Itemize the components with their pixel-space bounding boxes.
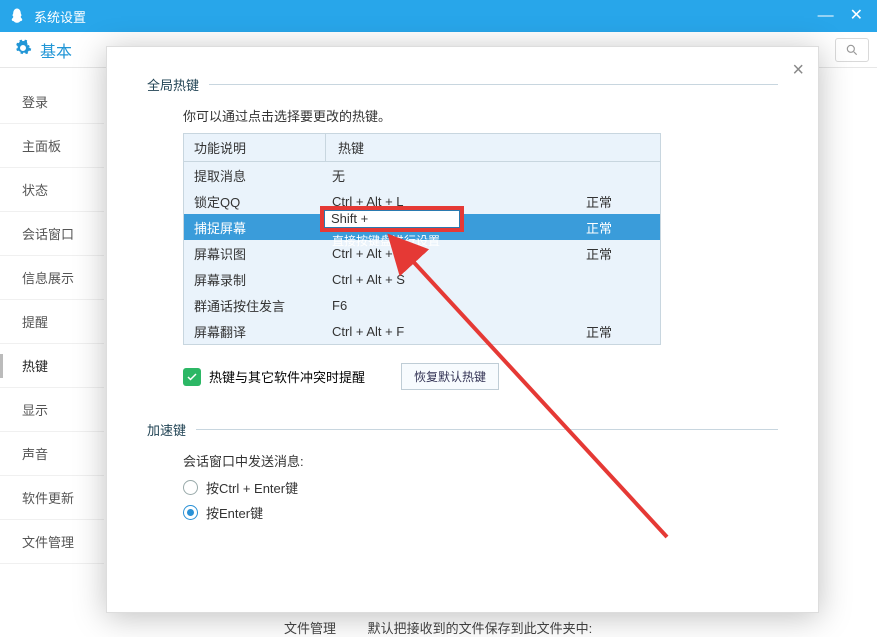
minimize-button[interactable]: ―: [818, 8, 834, 24]
sidebar-item[interactable]: 提醒: [0, 300, 104, 344]
hotkey-value[interactable]: 无: [326, 166, 586, 185]
radio-label: 按Ctrl + Enter键: [206, 478, 298, 497]
hotkey-row[interactable]: 捕捉屏幕直接按键盘进行设置正常: [184, 214, 660, 240]
sidebar-item[interactable]: 软件更新: [0, 476, 104, 520]
app-logo-icon: [8, 7, 26, 25]
hotkey-row[interactable]: 屏幕录制Ctrl + Alt + S: [184, 266, 660, 292]
hotkey-func: 提取消息: [184, 166, 326, 185]
hotkey-func: 捕捉屏幕: [184, 218, 326, 237]
sidebar-item[interactable]: 文件管理: [0, 520, 104, 564]
hotkey-func: 屏幕翻译: [184, 322, 326, 341]
sidebar-item[interactable]: 热键: [0, 344, 104, 388]
radio-button[interactable]: [183, 505, 198, 520]
hotkey-value[interactable]: Ctrl + Alt + S: [326, 272, 586, 287]
close-icon[interactable]: ×: [792, 59, 804, 82]
sidebar-item[interactable]: 声音: [0, 432, 104, 476]
accelerator-prompt: 会话窗口中发送消息:: [183, 451, 778, 470]
radio-label: 按Enter键: [206, 503, 263, 522]
global-hotkeys-hint: 你可以通过点击选择要更改的热键。: [183, 106, 778, 125]
search-box[interactable]: [835, 38, 869, 62]
hotkey-table: 功能说明 热键 提取消息无锁定QQCtrl + Alt + L正常捕捉屏幕直接按…: [183, 133, 661, 345]
hotkey-value[interactable]: Ctrl + Alt + F: [326, 324, 586, 339]
hotkey-input-highlight: [320, 206, 464, 232]
file-management-section: 文件管理 默认把接收到的文件保存到此文件夹中:: [284, 618, 857, 637]
hotkey-func: 锁定QQ: [184, 192, 326, 211]
hotkey-status: 正常: [586, 218, 646, 237]
global-hotkeys-heading: 全局热键: [147, 75, 778, 94]
hotkey-status: 正常: [586, 322, 646, 341]
close-button[interactable]: ✕: [850, 8, 863, 24]
accelerator-heading-text: 加速键: [147, 420, 186, 439]
hotkey-value[interactable]: 直接按键盘进行设置: [326, 206, 586, 249]
conflict-label: 热键与其它软件冲突时提醒: [209, 367, 365, 386]
sidebar-item[interactable]: 登录: [0, 80, 104, 124]
hotkey-status: 正常: [586, 244, 646, 263]
hotkey-func: 群通话按住发言: [184, 296, 326, 315]
global-hotkeys-heading-text: 全局热键: [147, 75, 199, 94]
accelerator-heading: 加速键: [147, 420, 778, 439]
radio-option[interactable]: 按Ctrl + Enter键: [183, 478, 778, 497]
window-title: 系统设置: [34, 7, 86, 26]
gear-icon: [14, 39, 32, 60]
sidebar-item[interactable]: 会话窗口: [0, 212, 104, 256]
restore-default-hotkeys-button[interactable]: 恢复默认热键: [401, 363, 499, 390]
hotkey-value[interactable]: F6: [326, 298, 586, 313]
sidebar-item[interactable]: 显示: [0, 388, 104, 432]
hotkey-func: 屏幕识图: [184, 244, 326, 263]
hotkey-value[interactable]: Ctrl + Alt + O: [326, 246, 586, 261]
conflict-row: 热键与其它软件冲突时提醒 恢复默认热键: [183, 363, 778, 390]
sidebar-item[interactable]: 状态: [0, 168, 104, 212]
title-bar: 系统设置 ― ✕: [0, 0, 877, 32]
hotkey-row[interactable]: 群通话按住发言F6: [184, 292, 660, 318]
hotkey-settings-modal: × 全局热键 你可以通过点击选择要更改的热键。 功能说明 热键 提取消息无锁定Q…: [106, 46, 819, 613]
col-hotkey: 热键: [326, 138, 364, 157]
hotkey-row[interactable]: 屏幕翻译Ctrl + Alt + F正常: [184, 318, 660, 344]
radio-button[interactable]: [183, 480, 198, 495]
file-management-label: 文件管理: [284, 621, 336, 636]
accelerator-group: 会话窗口中发送消息: 按Ctrl + Enter键按Enter键: [183, 451, 778, 522]
category-tab-basic[interactable]: 基本: [40, 38, 72, 62]
file-management-desc: 默认把接收到的文件保存到此文件夹中:: [368, 621, 593, 636]
hotkey-input[interactable]: [324, 210, 460, 228]
sidebar-item[interactable]: 主面板: [0, 124, 104, 168]
hotkey-row[interactable]: 提取消息无: [184, 162, 660, 188]
hotkey-func: 屏幕录制: [184, 270, 326, 289]
radio-option[interactable]: 按Enter键: [183, 503, 778, 522]
sidebar: 登录主面板状态会话窗口信息展示提醒热键显示声音软件更新文件管理: [0, 68, 104, 637]
sidebar-item[interactable]: 信息展示: [0, 256, 104, 300]
col-func: 功能说明: [184, 134, 326, 161]
conflict-checkbox[interactable]: [183, 368, 201, 386]
hotkey-table-header: 功能说明 热键: [184, 134, 660, 162]
hotkey-status: 正常: [586, 192, 646, 211]
